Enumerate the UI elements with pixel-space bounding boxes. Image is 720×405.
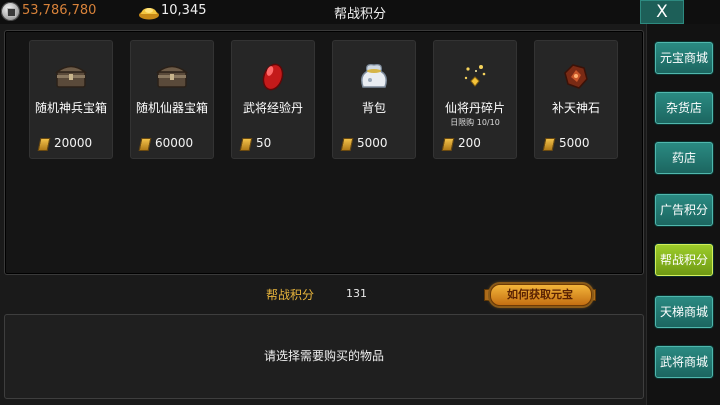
item-price: 50	[256, 136, 272, 150]
item-name: 随机神兵宝箱	[34, 101, 107, 115]
top-currency-bar: 53,786,780 10,345 帮战积分 X	[0, 0, 720, 24]
chest-icon	[54, 65, 88, 88]
item-name: 背包	[361, 101, 386, 115]
tab-pharmacy[interactable]: 药店	[655, 142, 713, 174]
description-text: 请选择需要购买的物品	[263, 349, 384, 363]
copper-amount: 53,786,780	[22, 3, 97, 18]
points-token-icon	[542, 138, 556, 151]
item-price: 200	[458, 136, 481, 150]
tab-guild-war-points[interactable]: 帮战积分	[655, 244, 713, 276]
item-price: 5000	[559, 136, 590, 150]
gold-amount: 10,345	[161, 3, 207, 18]
shop-item-sky-mending-stone[interactable]: 补天神石 5000	[534, 40, 618, 159]
gold-ingot-icon	[139, 8, 159, 20]
shop-item-immortal-pill-fragment[interactable]: 仙将丹碎片 日限购 10/10 200	[433, 40, 517, 159]
red-pill-icon	[262, 63, 284, 91]
item-price: 20000	[54, 136, 93, 150]
daily-limit-label: 日限购 10/10	[450, 118, 500, 127]
item-price: 60000	[155, 136, 194, 150]
shop-item-random-weapon-chest[interactable]: 随机神兵宝箱 20000	[29, 40, 113, 159]
guild-points-value: 131	[346, 287, 367, 300]
item-name: 仙将丹碎片	[444, 101, 505, 115]
shop-category-sidebar: 元宝商城 杂货店 药店 广告积分 帮战积分 天梯商城 武将商城	[646, 24, 720, 405]
guild-points-label: 帮战积分	[266, 288, 315, 302]
points-token-icon	[239, 138, 253, 151]
window-title: 帮战积分	[333, 7, 386, 22]
shop-item-random-artifact-chest[interactable]: 随机仙器宝箱 60000	[130, 40, 214, 159]
points-token-icon	[138, 138, 152, 151]
tab-ingot-shop[interactable]: 元宝商城	[655, 42, 713, 74]
red-stone-icon	[564, 64, 588, 89]
sparkle-fragment-icon	[464, 65, 486, 87]
chest-icon	[155, 65, 189, 88]
coin-icon	[1, 2, 20, 21]
item-price: 5000	[357, 136, 388, 150]
how-to-get-ingots-label: 如何获取元宝	[507, 288, 573, 301]
points-token-icon	[441, 138, 455, 151]
item-name: 补天神石	[551, 101, 600, 115]
tab-ladder-shop[interactable]: 天梯商城	[655, 296, 713, 328]
points-token-icon	[37, 138, 51, 151]
item-name: 随机仙器宝箱	[135, 101, 208, 115]
item-description-panel: 请选择需要购买的物品	[4, 314, 644, 399]
bag-icon	[361, 64, 387, 88]
tab-general-shop[interactable]: 武将商城	[655, 346, 713, 378]
shop-item-bag[interactable]: 背包 5000	[332, 40, 416, 159]
tab-ad-points[interactable]: 广告积分	[655, 194, 713, 226]
how-to-get-ingots-button[interactable]: 如何获取元宝	[484, 281, 596, 307]
points-token-icon	[340, 138, 354, 151]
shop-item-general-exp-pill[interactable]: 武将经验丹 50	[231, 40, 315, 159]
item-name: 武将经验丹	[242, 101, 303, 115]
close-button[interactable]: X	[640, 0, 684, 24]
tab-general-store[interactable]: 杂货店	[655, 92, 713, 124]
